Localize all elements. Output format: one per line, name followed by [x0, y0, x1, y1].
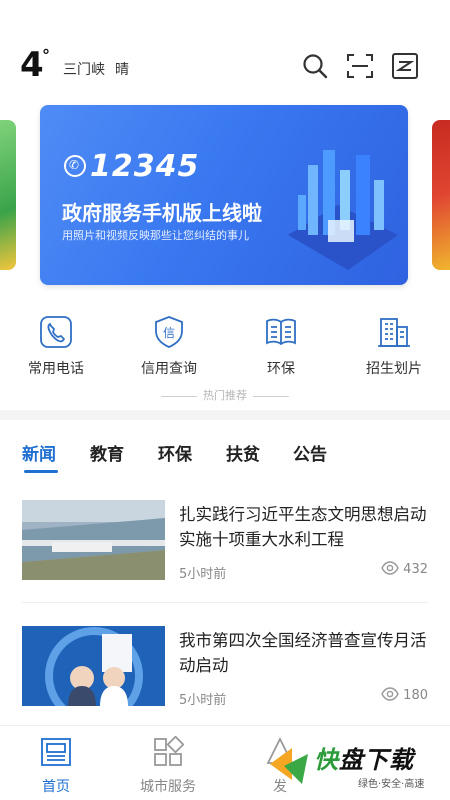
nav-city-services[interactable]: 城市服务 — [123, 735, 213, 796]
tab-environment[interactable]: 环保 — [158, 440, 192, 465]
search-icon[interactable] — [301, 52, 329, 80]
quick-environment[interactable]: 环保 — [231, 315, 331, 385]
news-tabs: 新闻 教育 环保 扶贫 公告 — [0, 436, 450, 476]
nav-home[interactable]: 首页 — [11, 736, 101, 796]
list-divider — [22, 602, 428, 603]
nav-label: 城市服务 — [140, 779, 196, 795]
tab-announcements[interactable]: 公告 — [293, 440, 327, 465]
quick-credit-query[interactable]: 信 信用查询 — [119, 315, 219, 385]
eye-icon — [381, 561, 399, 575]
news-view-count: 432 — [403, 562, 428, 577]
phone-icon — [39, 315, 73, 349]
city-illustration — [288, 150, 398, 270]
news-views: 432 — [381, 561, 428, 577]
quick-school-zoning[interactable]: 招生划片 — [344, 315, 444, 385]
building-icon — [377, 315, 411, 349]
banner-hotline-number: 12345 — [90, 149, 200, 184]
tab-poverty-relief[interactable]: 扶贫 — [226, 440, 260, 465]
section-divider — [0, 410, 450, 420]
city-name[interactable]: 三门峡 — [63, 59, 105, 79]
hot-recommend-divider: 热门推荐 — [0, 387, 450, 403]
news-time: 5小时前 — [179, 567, 227, 582]
news-view-count: 180 — [403, 688, 428, 703]
banner-next-peek[interactable] — [432, 120, 450, 270]
quick-phone-directory[interactable]: 常用电话 — [6, 315, 106, 385]
nav-label: 首页 — [42, 779, 70, 795]
degree-symbol: ° — [42, 46, 50, 65]
svg-text:信: 信 — [163, 326, 175, 340]
temperature: 4 — [20, 45, 44, 85]
watermark-tagline: 绿色·安全·高速 — [358, 779, 425, 790]
promo-banner[interactable]: ✆ 12345 政府服务手机版上线啦 用照片和视频反映那些让您纠结的事儿 — [40, 105, 408, 285]
phone-call-icon: ✆ — [64, 155, 86, 177]
book-icon — [264, 315, 298, 349]
quick-label: 常用电话 — [28, 361, 84, 377]
quick-label: 环保 — [267, 361, 295, 377]
news-time: 5小时前 — [179, 693, 227, 708]
watermark-brand: 快盘下载 — [314, 746, 414, 774]
eye-icon — [381, 687, 399, 701]
weather-text: 晴 — [115, 62, 129, 78]
hot-recommend-label: 热门推荐 — [203, 389, 247, 402]
list-item[interactable]: 我市第四次全国经济普查宣传月活动启动 5小时前 180 — [0, 626, 450, 736]
banner-prev-peek[interactable] — [0, 120, 16, 270]
news-title: 我市第四次全国经济普查宣传月活动启动 — [179, 631, 427, 675]
credit-shield-icon: 信 — [152, 315, 186, 349]
tab-news[interactable]: 新闻 — [22, 440, 56, 465]
news-thumbnail — [22, 500, 165, 580]
quick-label: 招生划片 — [366, 361, 422, 377]
news-thumbnail — [22, 626, 165, 706]
grid-icon — [152, 735, 185, 768]
download-site-watermark: 快盘下载 绿色·安全·高速 — [268, 738, 448, 794]
watermark-logo-icon — [270, 748, 308, 784]
news-views: 180 — [381, 687, 428, 703]
quick-services: 常用电话 信 信用查询 环保 招生划片 — [0, 315, 450, 385]
quick-label: 信用查询 — [141, 361, 197, 377]
banner-title: 政府服务手机版上线啦 — [62, 201, 262, 225]
tab-education[interactable]: 教育 — [90, 440, 124, 465]
news-feed-icon[interactable] — [391, 52, 419, 80]
header: 4 ° 三门峡 晴 — [0, 0, 450, 100]
list-item[interactable]: 扎实践行习近平生态文明思想启动实施十项重大水利工程 5小时前 432 — [0, 500, 450, 610]
news-title: 扎实践行习近平生态文明思想启动实施十项重大水利工程 — [179, 505, 427, 549]
home-icon — [40, 736, 72, 768]
banner-subtitle: 用照片和视频反映那些让您纠结的事儿 — [62, 229, 249, 242]
scan-icon[interactable] — [346, 52, 374, 80]
active-tab-indicator — [24, 470, 58, 473]
